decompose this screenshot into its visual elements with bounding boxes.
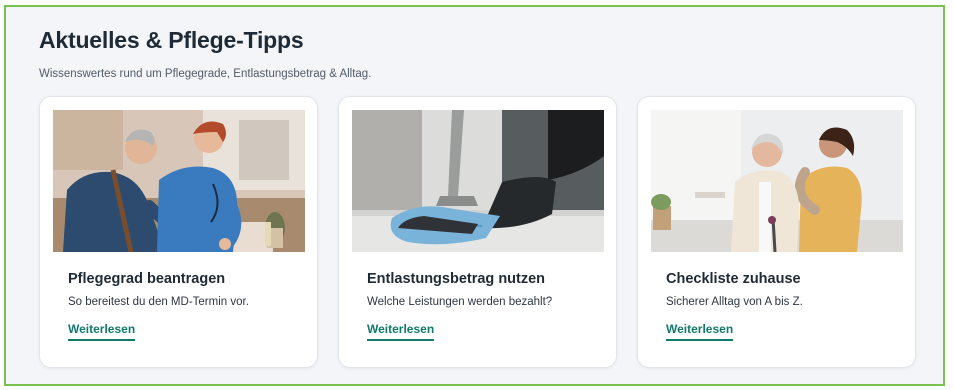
card-title: Entlastungsbetrag nutzen bbox=[367, 271, 546, 287]
article-card-checkliste: Checkliste zuhause Sicherer Alltag von A… bbox=[637, 96, 916, 368]
read-more-link[interactable]: Weiterlesen bbox=[367, 322, 435, 341]
card-title: Pflegegrad beantragen bbox=[68, 271, 226, 287]
article-card-pflegegrad: Pflegegrad beantragen So bereitest du de… bbox=[39, 96, 318, 368]
read-more-link[interactable]: Weiterlesen bbox=[666, 322, 734, 341]
card-text: Sicherer Alltag von A bis Z. bbox=[666, 296, 803, 308]
card-text: Welche Leistungen werden bezahlt? bbox=[367, 296, 553, 308]
card-image-cleaning bbox=[352, 110, 604, 252]
section-subtitle: Wissenswertes rund um Pflegegrade, Entla… bbox=[39, 68, 372, 80]
card-text: So bereitest du den MD-Termin vor. bbox=[68, 296, 249, 308]
card-image-elderly-walking bbox=[651, 110, 903, 252]
card-title: Checkliste zuhause bbox=[666, 271, 801, 287]
card-image-caregiver-visit bbox=[53, 110, 305, 252]
news-section: Aktuelles & Pflege-Tipps Wissenswertes r… bbox=[4, 5, 945, 386]
read-more-link[interactable]: Weiterlesen bbox=[68, 322, 136, 341]
article-card-entlastungsbetrag: Entlastungsbetrag nutzen Welche Leistung… bbox=[338, 96, 617, 368]
section-title: Aktuelles & Pflege-Tipps bbox=[39, 27, 304, 53]
